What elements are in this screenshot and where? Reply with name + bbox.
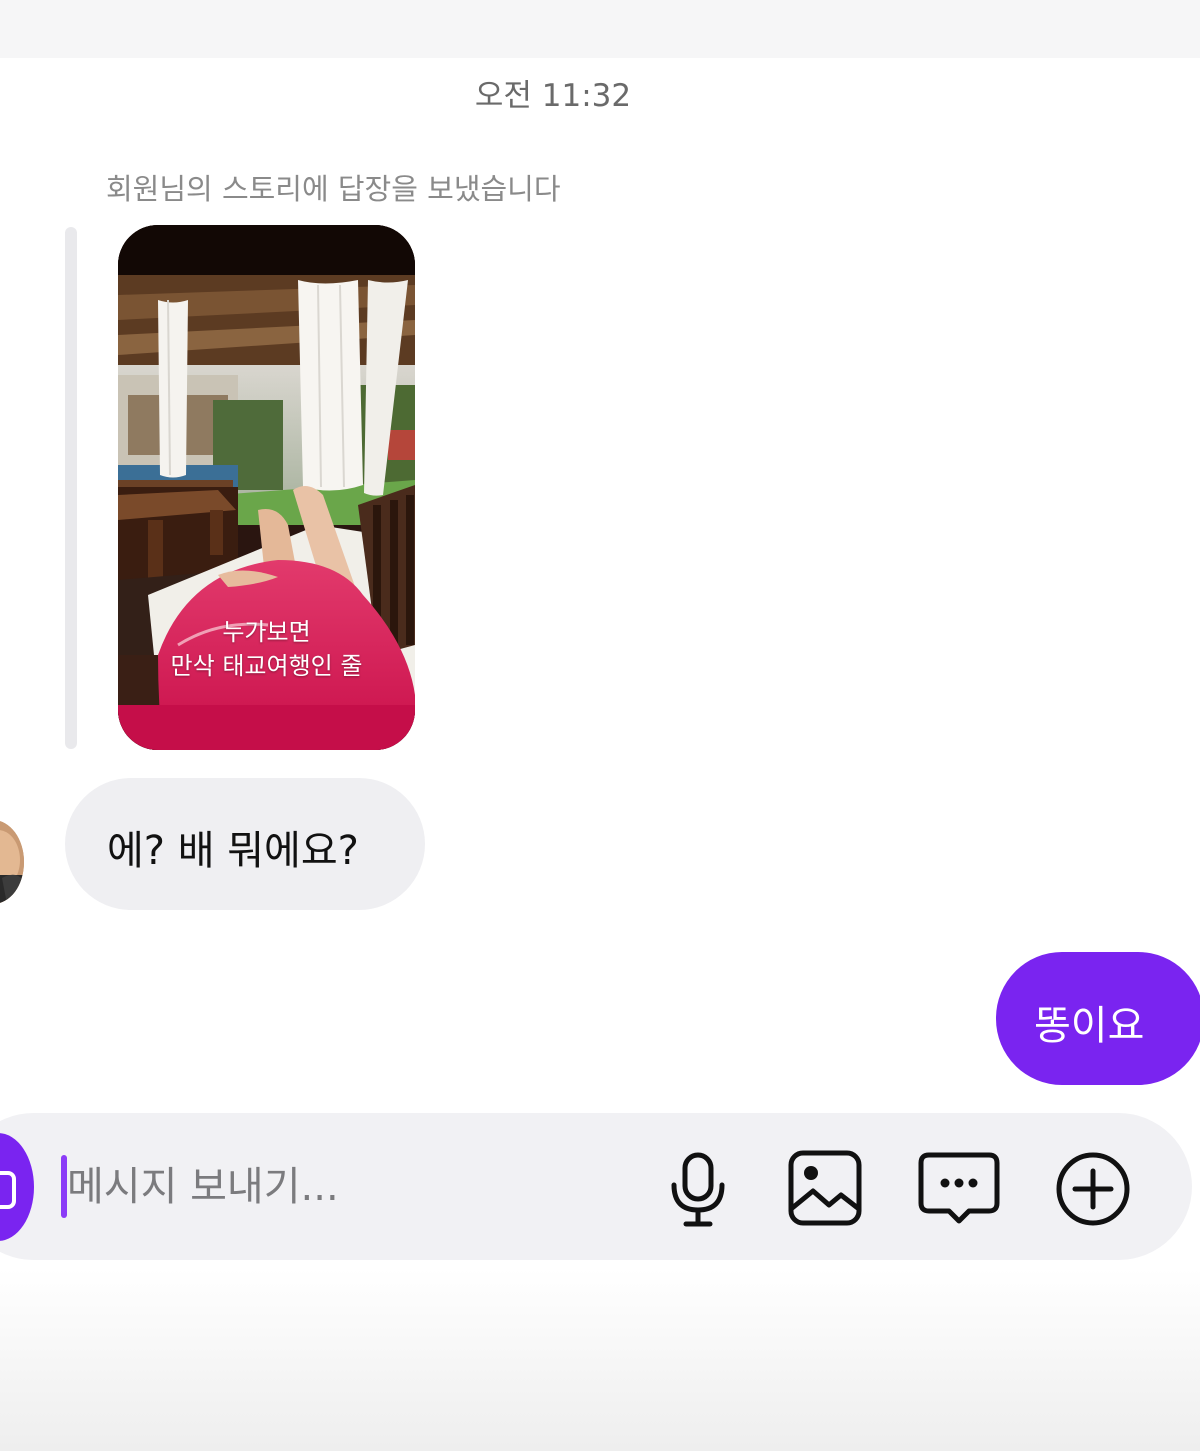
gallery-icon[interactable]	[783, 1147, 867, 1231]
outgoing-message-bubble[interactable]: 똥이요	[996, 952, 1200, 1085]
story-overlay-line: 만삭 태교여행인 줄	[170, 652, 363, 680]
reply-indicator-line	[65, 227, 77, 749]
message-input[interactable]	[67, 1153, 627, 1221]
story-thumbnail[interactable]: 누가보면 만삭 태교여행인 줄	[118, 225, 415, 750]
message-text: 에? 배 뭐에요?	[107, 828, 359, 874]
story-overlay-line: 누가보면	[222, 618, 311, 646]
keyboard-area	[0, 1268, 1200, 1451]
incoming-message-bubble[interactable]: 에? 배 뭐에요?	[65, 778, 425, 910]
sticker-icon[interactable]	[917, 1147, 1001, 1231]
message-timestamp: 오전 11:32	[474, 78, 632, 114]
microphone-icon[interactable]	[656, 1147, 740, 1231]
sender-avatar[interactable]	[0, 820, 24, 904]
header-bar	[0, 0, 1200, 58]
plus-icon[interactable]	[1051, 1147, 1135, 1231]
avatar-image	[0, 820, 24, 904]
story-reply-caption: 회원님의 스토리에 답장을 보냈습니다	[106, 172, 561, 206]
story-text-overlay: 누가보면 만삭 태교여행인 줄	[118, 615, 415, 683]
message-text: 똥이요	[1034, 1003, 1145, 1049]
